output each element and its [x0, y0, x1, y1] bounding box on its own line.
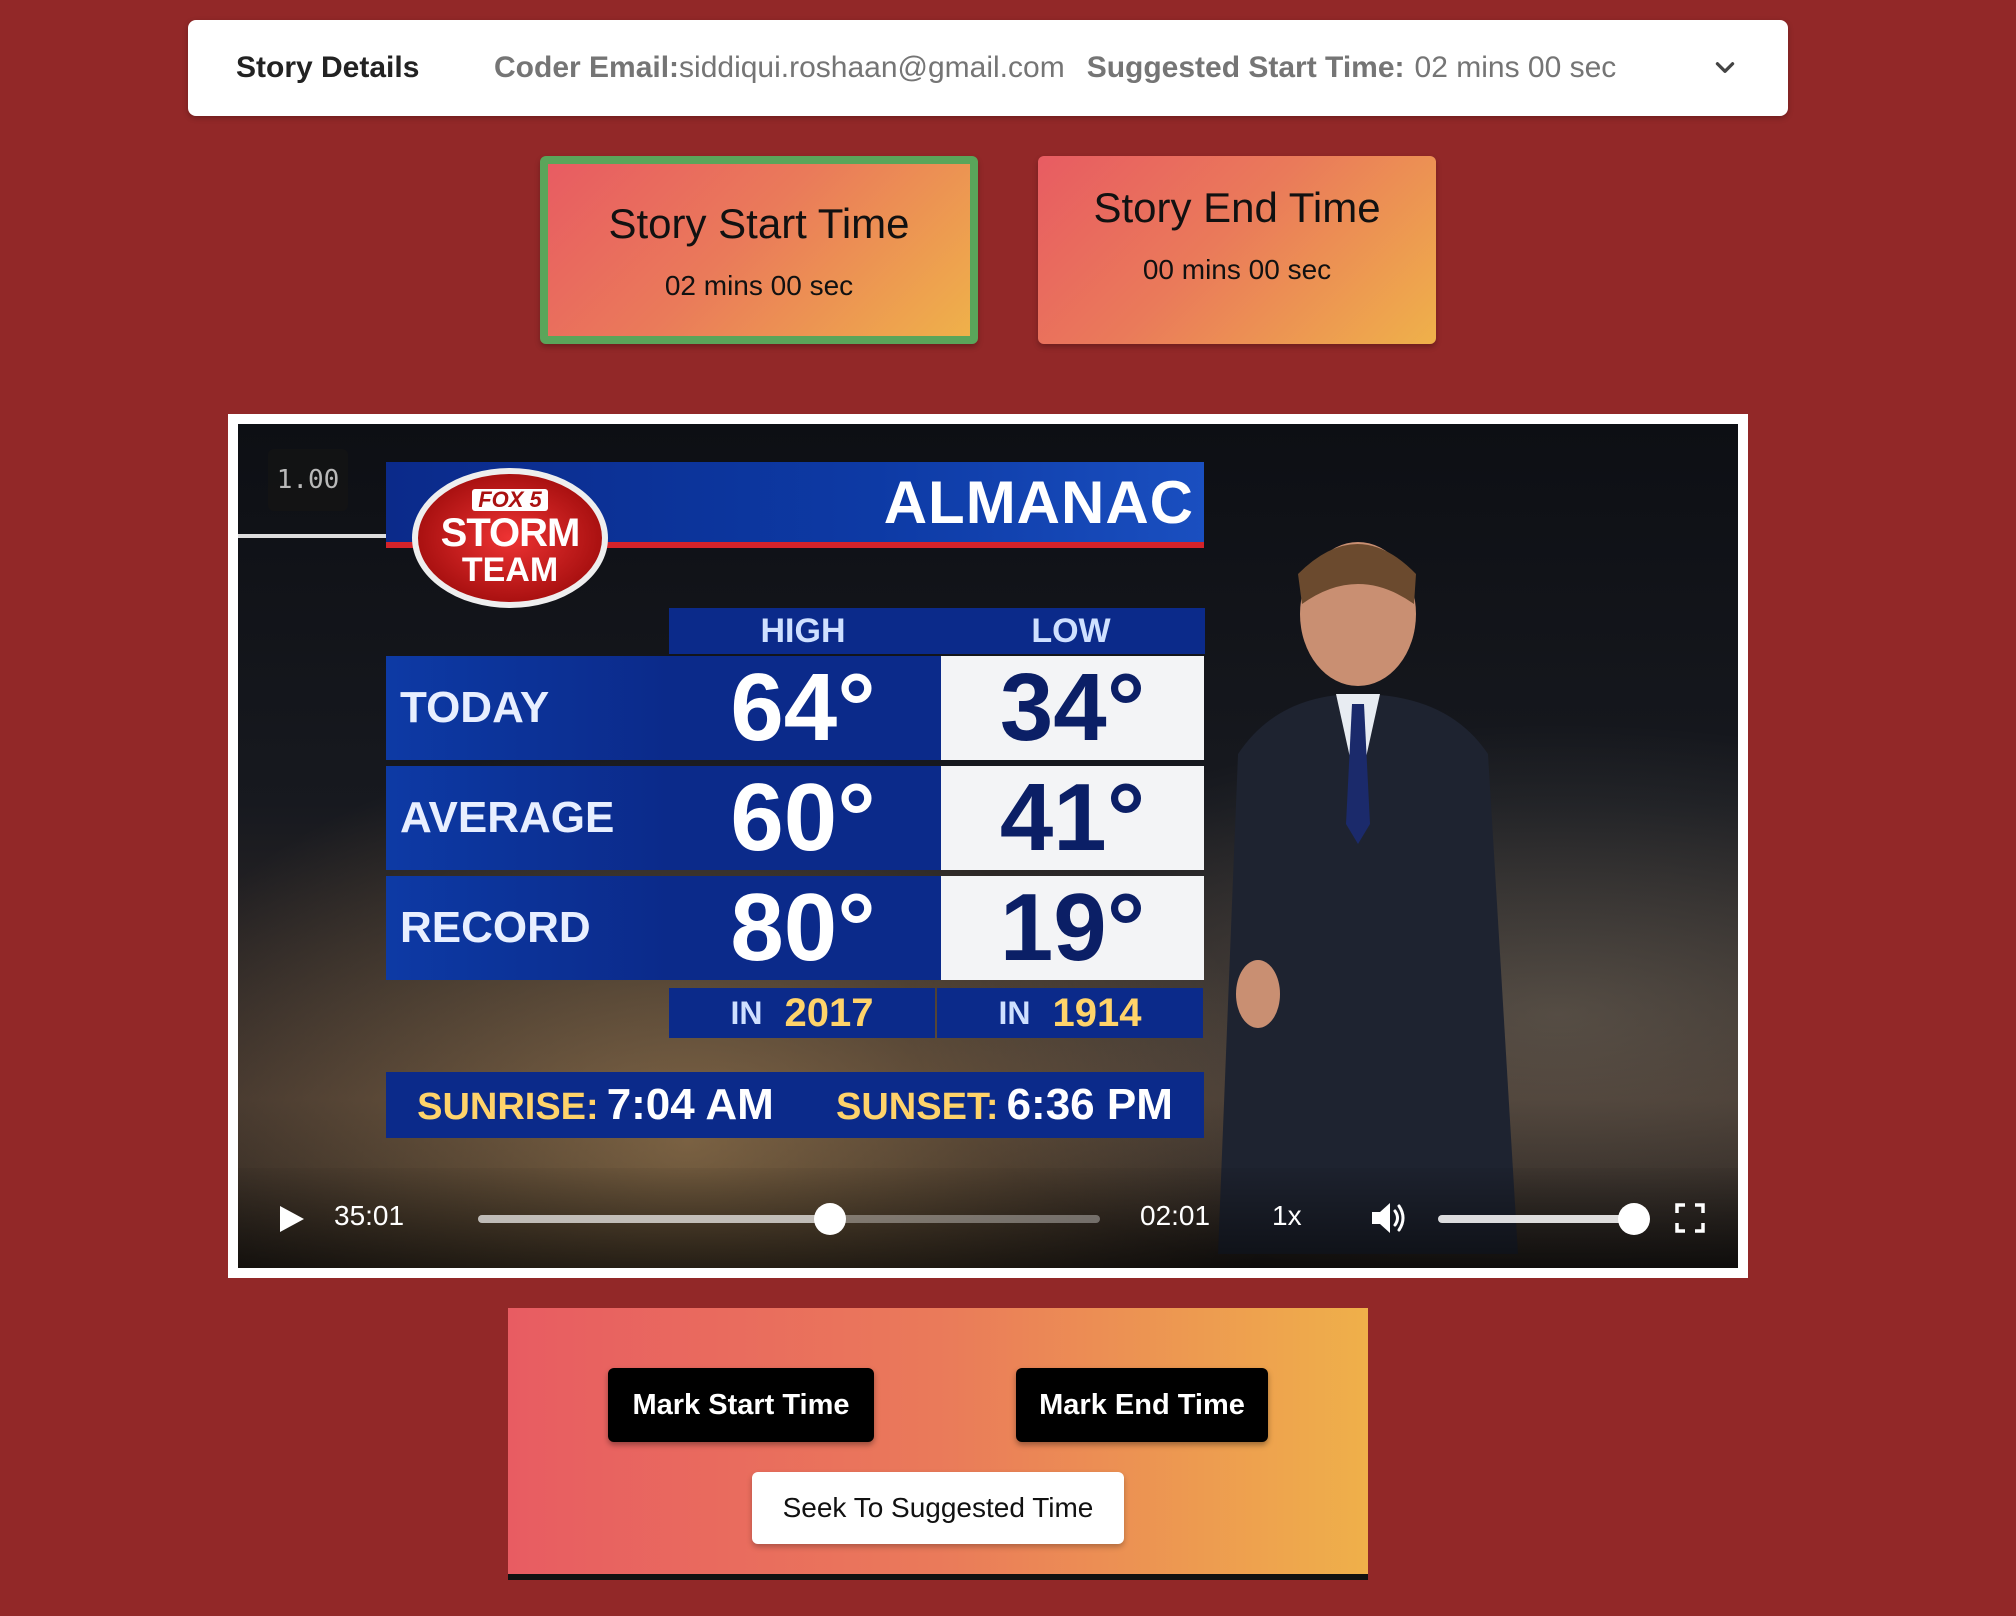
sunrise-sunset-bar: SUNRISE: 7:04 AM SUNSET: 6:36 PM	[386, 1072, 1204, 1138]
story-details-title: Story Details	[236, 51, 420, 84]
record-low-year: IN 1914	[937, 988, 1203, 1038]
record-high-year: IN 2017	[669, 988, 935, 1038]
seek-thumb[interactable]	[814, 1203, 847, 1235]
row-label-average: AVERAGE	[386, 766, 669, 870]
low-average: 41°	[937, 764, 1204, 871]
video-controls: 35:01 02:01 1x	[238, 1168, 1738, 1268]
story-end-time-card[interactable]: Story End Time 00 mins 00 sec	[1038, 156, 1436, 344]
video-screen[interactable]: ALMANAC FOX 5 STORM TEAM HIGH LOW TODAY …	[238, 424, 1738, 1268]
low-today: 34°	[937, 654, 1204, 761]
record-high-year-value: 2017	[784, 990, 874, 1035]
story-start-time-card[interactable]: Story Start Time 02 mins 00 sec	[540, 156, 978, 344]
logo-line1: STORM	[440, 511, 581, 555]
action-panel: Mark Start Time Mark End Time Seek To Su…	[508, 1308, 1368, 1580]
sunrise: SUNRISE: 7:04 AM	[417, 1080, 774, 1130]
play-icon[interactable]	[276, 1204, 306, 1234]
logo-brand: FOX 5	[472, 489, 548, 511]
row-label-today: TODAY	[386, 656, 669, 760]
current-time-label: 02:01	[1140, 1200, 1211, 1231]
duration-label: 35:01	[334, 1200, 405, 1231]
high-today: 64°	[669, 654, 937, 761]
story-end-time-title: Story End Time	[1093, 184, 1381, 231]
mark-end-time-button[interactable]: Mark End Time	[1016, 1368, 1268, 1442]
fox5-storm-team-logo: FOX 5 STORM TEAM	[412, 468, 608, 608]
video-player: ALMANAC FOX 5 STORM TEAM HIGH LOW TODAY …	[228, 414, 1748, 1278]
coder-email-value: siddiqui.roshaan@gmail.com	[679, 51, 1065, 84]
playback-speed-button[interactable]: 1x	[1272, 1200, 1302, 1232]
sunset-label: SUNSET:	[836, 1086, 999, 1128]
story-start-time-value: 02 mins 00 sec	[664, 270, 854, 301]
almanac-title: ALMANAC	[883, 469, 1194, 536]
row-label-record: RECORD	[386, 876, 669, 980]
fullscreen-icon[interactable]	[1674, 1202, 1706, 1234]
suggested-start-label: Suggested Start Time:	[1086, 51, 1405, 84]
story-end-time-value: 00 mins 00 sec	[1142, 254, 1332, 285]
sunset: SUNSET: 6:36 PM	[836, 1080, 1173, 1130]
logo-line2: TEAM	[461, 551, 559, 589]
low-record: 19°	[937, 874, 1204, 981]
record-high-in: IN	[730, 994, 763, 1031]
coder-email-label: Coder Email:	[494, 51, 680, 84]
volume-slider[interactable]	[1438, 1203, 1650, 1235]
story-start-time-title: Story Start Time	[608, 200, 910, 247]
sunset-value: 6:36 PM	[1006, 1080, 1173, 1129]
sunrise-value: 7:04 AM	[606, 1080, 774, 1129]
seek-bar[interactable]	[478, 1203, 1100, 1235]
speed-badge: 1.00	[268, 449, 348, 511]
suggested-start-value: 02 mins 00 sec	[1414, 51, 1617, 84]
sunrise-label: SUNRISE:	[417, 1086, 599, 1128]
high-average: 60°	[669, 764, 937, 871]
seek-to-suggested-time-button[interactable]: Seek To Suggested Time	[752, 1472, 1124, 1544]
record-low-in: IN	[998, 994, 1031, 1031]
chevron-down-icon[interactable]	[1712, 54, 1738, 80]
column-header-low: LOW	[937, 608, 1205, 654]
volume-icon[interactable]	[1368, 1198, 1408, 1238]
story-details-bar[interactable]: Story Details Coder Email: siddiqui.rosh…	[188, 20, 1788, 116]
volume-thumb[interactable]	[1618, 1203, 1650, 1235]
record-low-year-value: 1914	[1052, 990, 1142, 1035]
mark-start-time-button[interactable]: Mark Start Time	[608, 1368, 874, 1442]
presenter-figure	[1218, 542, 1518, 1254]
high-record: 80°	[669, 874, 937, 981]
column-header-high: HIGH	[669, 608, 937, 654]
seek-progress	[478, 1215, 831, 1223]
